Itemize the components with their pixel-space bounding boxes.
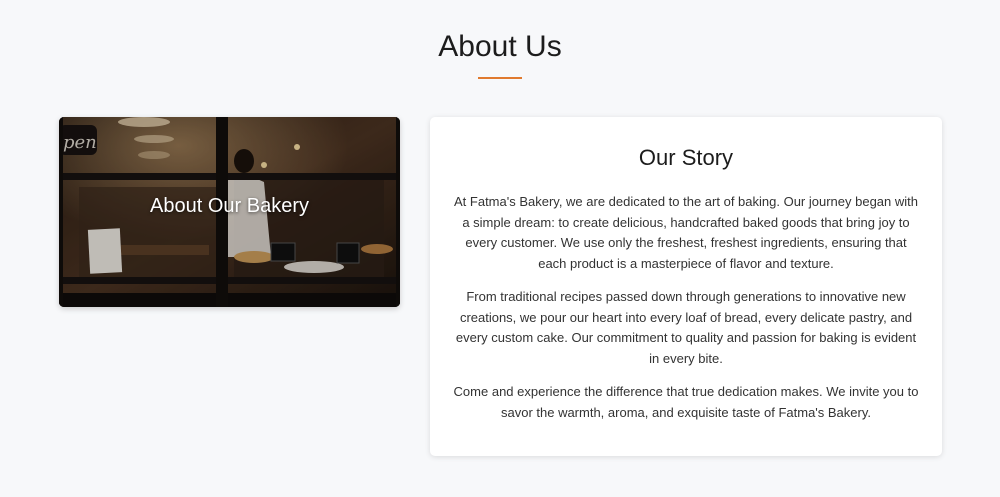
story-paragraph: At Fatma's Bakery, we are dedicated to t… xyxy=(454,194,918,271)
story-paragraph: From traditional recipes passed down thr… xyxy=(455,289,917,366)
story-title: Our Story xyxy=(638,145,734,170)
story-paragraph: Come and experience the difference that … xyxy=(453,384,919,420)
bakery-image-card: pen About Our Bakery xyxy=(59,117,400,307)
image-caption: About Our Bakery xyxy=(150,195,309,217)
title-underline xyxy=(478,77,522,79)
section-title: About Us xyxy=(438,30,562,63)
our-story-card: Our Story At Fatma's Bakery, we are dedi… xyxy=(430,117,942,456)
